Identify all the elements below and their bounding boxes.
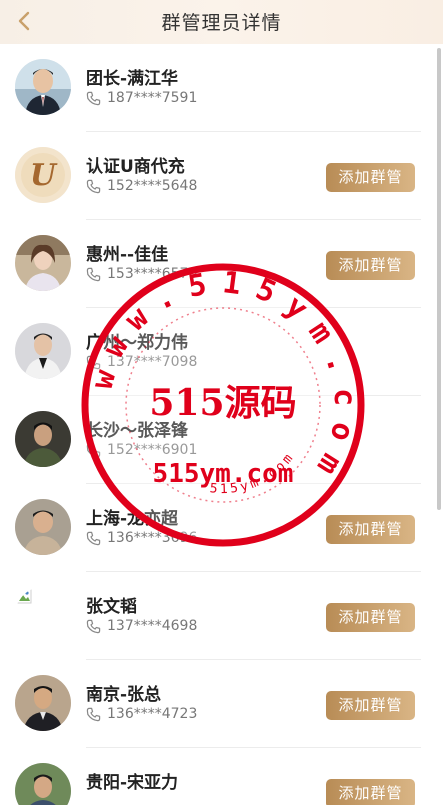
add-admin-button[interactable]: 添加群管 [326, 603, 415, 632]
phone-number: 152****6901 [107, 442, 198, 458]
member-name: 上海-龙亦超 [86, 509, 179, 529]
phone-number: 136****4723 [107, 706, 198, 722]
phone-line: 137****7098 [86, 354, 197, 370]
list-item[interactable]: 南京-张总 136****4723 添加群管 [0, 660, 443, 748]
list-item[interactable]: 广州～郑力伟 137****7098 [0, 308, 443, 396]
phone-icon [86, 91, 101, 105]
avatar [15, 675, 71, 731]
add-admin-button[interactable]: 添加群管 [326, 163, 415, 192]
page: 群管理员详情 团长-满江华 187****7591 U 认证U商代充 152**… [0, 0, 443, 805]
member-name: 团长-满江华 [86, 69, 179, 89]
phone-icon [86, 707, 101, 721]
member-name: 广州～郑力伟 [86, 333, 188, 353]
member-name: 贵阳-宋亚力 [86, 773, 179, 793]
list-item[interactable]: 贵阳-宋亚力 添加群管 [0, 748, 443, 805]
add-admin-button[interactable]: 添加群管 [326, 779, 415, 805]
avatar [15, 323, 71, 379]
phone-icon [86, 531, 101, 545]
member-name: 惠州--佳佳 [86, 245, 169, 265]
avatar: U [15, 147, 71, 203]
list-item[interactable]: 团长-满江华 187****7591 [0, 44, 443, 132]
list-item[interactable]: U 认证U商代充 152****5648 添加群管 [0, 132, 443, 220]
list-item[interactable]: 张文韬 137****4698 添加群管 [0, 572, 443, 660]
phone-number: 152****5648 [107, 178, 198, 194]
member-name: 南京-张总 [86, 685, 162, 705]
phone-line: 137****4698 [86, 618, 197, 634]
phone-icon [86, 619, 101, 633]
phone-icon [86, 355, 101, 369]
avatar [15, 499, 71, 555]
scrollbar[interactable] [437, 48, 441, 510]
phone-number: 136****3696 [107, 530, 198, 546]
avatar [15, 763, 71, 805]
add-admin-button[interactable]: 添加群管 [326, 251, 415, 280]
list-item[interactable]: 上海-龙亦超 136****3696 添加群管 [0, 484, 443, 572]
phone-line: 153****6570 [86, 266, 197, 282]
phone-icon [86, 267, 101, 281]
phone-line: 152****6901 [86, 442, 197, 458]
phone-number: 187****7591 [107, 90, 198, 106]
member-name: 张文韬 [86, 597, 137, 617]
phone-number: 137****4698 [107, 618, 198, 634]
add-admin-button[interactable]: 添加群管 [326, 515, 415, 544]
phone-line: 136****4723 [86, 706, 197, 722]
avatar [15, 587, 71, 643]
member-name: 认证U商代充 [86, 157, 185, 177]
svg-text:U: U [30, 158, 58, 193]
list-item[interactable]: 惠州--佳佳 153****6570 添加群管 [0, 220, 443, 308]
add-admin-button[interactable]: 添加群管 [326, 691, 415, 720]
list-item[interactable]: 长沙～张泽锋 152****6901 [0, 396, 443, 484]
phone-icon [86, 443, 101, 457]
phone-line: 136****3696 [86, 530, 197, 546]
nav-header: 群管理员详情 [0, 0, 443, 44]
phone-line: 152****5648 [86, 178, 197, 194]
phone-icon [86, 179, 101, 193]
avatar [15, 59, 71, 115]
phone-number: 153****6570 [107, 266, 198, 282]
avatar [15, 411, 71, 467]
avatar [15, 235, 71, 291]
member-name: 长沙～张泽锋 [86, 421, 188, 441]
broken-image-icon [16, 588, 32, 604]
phone-line: 187****7591 [86, 90, 197, 106]
phone-number: 137****7098 [107, 354, 198, 370]
page-title: 群管理员详情 [161, 12, 282, 34]
